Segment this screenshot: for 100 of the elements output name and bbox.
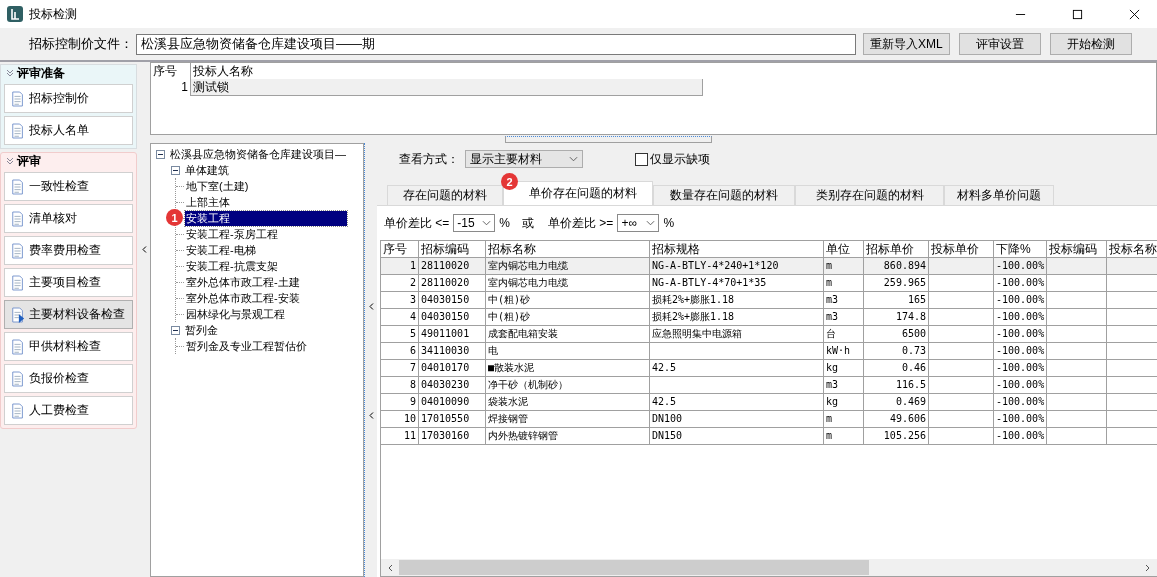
- table-row[interactable]: 7 04010170 ■散装水泥 42.5 kg 0.46 -100.00%: [381, 360, 1157, 377]
- maximize-icon[interactable]: [1072, 8, 1083, 20]
- caret-icon: [646, 220, 656, 226]
- sidebar-item[interactable]: 清单核对: [4, 204, 133, 233]
- tree-item[interactable]: 松溪县应急物资储备仓库建设项目—: [169, 146, 347, 162]
- table-row[interactable]: 4 04030150 中(粗)砂 损耗2%+膨胀1.18 m3 174.8 -100.00%: [381, 309, 1157, 326]
- tree-item[interactable]: 上部主体: [185, 194, 231, 210]
- sidebar-item[interactable]: 负报价检查: [4, 364, 133, 393]
- table-cell: kW·h: [824, 343, 864, 360]
- view-mode-label: 查看方式：: [399, 150, 459, 168]
- table-cell: m: [824, 275, 864, 292]
- tab[interactable]: 类别存在问题的材料: [795, 185, 944, 205]
- sidebar-item[interactable]: 人工费检查: [4, 396, 133, 425]
- toolbar-button[interactable]: 评审设置: [958, 33, 1041, 55]
- tree-item[interactable]: 园林绿化与景观工程: [185, 306, 286, 322]
- tree-item[interactable]: 暂列金: [184, 322, 219, 338]
- document-icon: [11, 210, 25, 227]
- table-cell: kg: [824, 360, 864, 377]
- table-cell: -100.00%: [994, 292, 1047, 309]
- table-row[interactable]: 10 17010550 焊接钢管 DN100 m 49.606 -100.00%: [381, 411, 1157, 428]
- table-cell: -100.00%: [994, 326, 1047, 343]
- table-row[interactable]: 11 17030160 内外热镀锌钢管 DN150 m 105.256 -100.00%: [381, 428, 1157, 445]
- sidebar-item[interactable]: 招标控制价: [4, 84, 133, 113]
- expand-toggle[interactable]: [171, 325, 180, 335]
- document-icon: [11, 178, 25, 195]
- table-cell: m3: [824, 309, 864, 326]
- sidebar-item[interactable]: 主要项目检查: [4, 268, 133, 297]
- scroll-right-icon[interactable]: [1145, 563, 1151, 572]
- table-cell: 42.5: [650, 394, 824, 411]
- table-cell: 28110020: [419, 258, 486, 275]
- filter-label: 单价差比 >=: [548, 214, 614, 232]
- collapse-chevron-icon[interactable]: [6, 69, 14, 77]
- tab[interactable]: 存在问题的材料: [387, 185, 503, 205]
- tab[interactable]: 数量存在问题的材料: [653, 185, 795, 205]
- tree-item[interactable]: 安装工程-电梯: [185, 242, 257, 258]
- table-cell[interactable]: 测试锁: [191, 79, 703, 96]
- app-logo-icon: [7, 6, 23, 22]
- sidebar-item[interactable]: 费率费用检查: [4, 236, 133, 265]
- table-cell: 台: [824, 326, 864, 343]
- tab[interactable]: 材料多单价问题: [944, 185, 1054, 205]
- table-cell: 7: [381, 360, 419, 377]
- toolbar-button[interactable]: 重新导入XML: [863, 33, 950, 55]
- missing-only-checkbox[interactable]: 仅显示缺项: [635, 150, 710, 168]
- expand-toggle[interactable]: [156, 149, 165, 159]
- sidebar-item[interactable]: 甲供材料检查: [4, 332, 133, 361]
- table-cell: 室内铜芯电力电缆: [486, 275, 650, 292]
- table-cell: 04030230: [419, 377, 486, 394]
- table-cell: 1: [381, 258, 419, 275]
- table-cell: 04030150: [419, 292, 486, 309]
- column-header: 投标人名称: [192, 63, 254, 79]
- toolbar-button[interactable]: 开始检测: [1049, 33, 1132, 55]
- table-cell: 49.606: [864, 411, 929, 428]
- sidebar-item[interactable]: 投标人名单: [4, 116, 133, 145]
- table-row[interactable]: 2 28110020 室内铜芯电力电缆 NG-A-BTLY-4*70+1*35 m 259.965 -100.00%: [381, 275, 1157, 292]
- close-icon[interactable]: [1129, 8, 1140, 20]
- table-row[interactable]: 6 34110030 电 kW·h 0.73 -100.00%: [381, 343, 1157, 360]
- sidebar-item[interactable]: 主要材料设备检查: [4, 300, 133, 329]
- document-arrow-icon: [11, 306, 25, 323]
- table-row[interactable]: 9 04010090 袋装水泥 42.5 kg 0.469 -100.00%: [381, 394, 1157, 411]
- tree-item[interactable]: 暂列金及专业工程暂估价: [185, 338, 308, 354]
- table-cell: m3: [824, 292, 864, 309]
- tree-item[interactable]: 室外总体市政工程-安装: [185, 290, 301, 306]
- table-row[interactable]: 1 28110020 室内铜芯电力电缆 NG-A-BTLY-4*240+1*120 m 860.894 -100.00%: [381, 258, 1157, 275]
- document-icon: [11, 338, 25, 355]
- table-cell: -100.00%: [994, 411, 1047, 428]
- column-header: 序号: [151, 63, 191, 79]
- document-icon: [11, 122, 25, 139]
- tree-item[interactable]: 单体建筑: [184, 162, 230, 178]
- scroll-left-icon[interactable]: [387, 563, 393, 572]
- table-row[interactable]: 3 04030150 中(粗)砂 损耗2%+膨胀1.18 m3 165 -100.00%: [381, 292, 1157, 309]
- threshold-dropdown[interactable]: +∞: [617, 214, 660, 232]
- tree-item[interactable]: 室外总体市政工程-土建: [185, 274, 301, 290]
- view-mode-dropdown[interactable]: 显示主要材料: [465, 150, 583, 168]
- threshold-dropdown[interactable]: -15: [453, 214, 496, 232]
- table-cell: -100.00%: [994, 258, 1047, 275]
- table-cell: kg: [824, 394, 864, 411]
- table-cell: -100.00%: [994, 428, 1047, 445]
- collapse-chevron-icon[interactable]: [6, 157, 14, 165]
- file-field[interactable]: 松溪县应急物资储备仓库建设项目——期: [136, 33, 856, 55]
- table-row[interactable]: 5 49011001 成套配电箱安装 应急照明集中电源箱 台 6500 -100.00%: [381, 326, 1157, 343]
- table-cell: 成套配电箱安装: [486, 326, 650, 343]
- tree-item[interactable]: 安装工程: [185, 210, 347, 226]
- tree-item[interactable]: 安装工程-抗震支架: [185, 258, 279, 274]
- table-cell: 内外热镀锌钢管: [486, 428, 650, 445]
- sidebar-item[interactable]: 一致性检查: [4, 172, 133, 201]
- tree-item[interactable]: 安装工程-泵房工程: [185, 226, 279, 242]
- tree-item[interactable]: 地下室(土建): [185, 178, 250, 194]
- step-badge: 2: [501, 173, 518, 190]
- horizontal-scrollbar[interactable]: [381, 559, 1157, 576]
- table-cell: 焊接钢管: [486, 411, 650, 428]
- table-cell: 室内铜芯电力电缆: [486, 258, 650, 275]
- table-cell: 损耗2%+膨胀1.18: [650, 309, 824, 326]
- expand-toggle[interactable]: [171, 165, 180, 175]
- table-row[interactable]: 8 04030230 净干砂（机制砂） m3 116.5 -100.00%: [381, 377, 1157, 394]
- table-cell: -100.00%: [994, 343, 1047, 360]
- table-cell: 165: [864, 292, 929, 309]
- table-cell: m: [824, 258, 864, 275]
- table-cell: 9: [381, 394, 419, 411]
- splitter-handle[interactable]: [505, 136, 712, 143]
- table-cell: 860.894: [864, 258, 929, 275]
